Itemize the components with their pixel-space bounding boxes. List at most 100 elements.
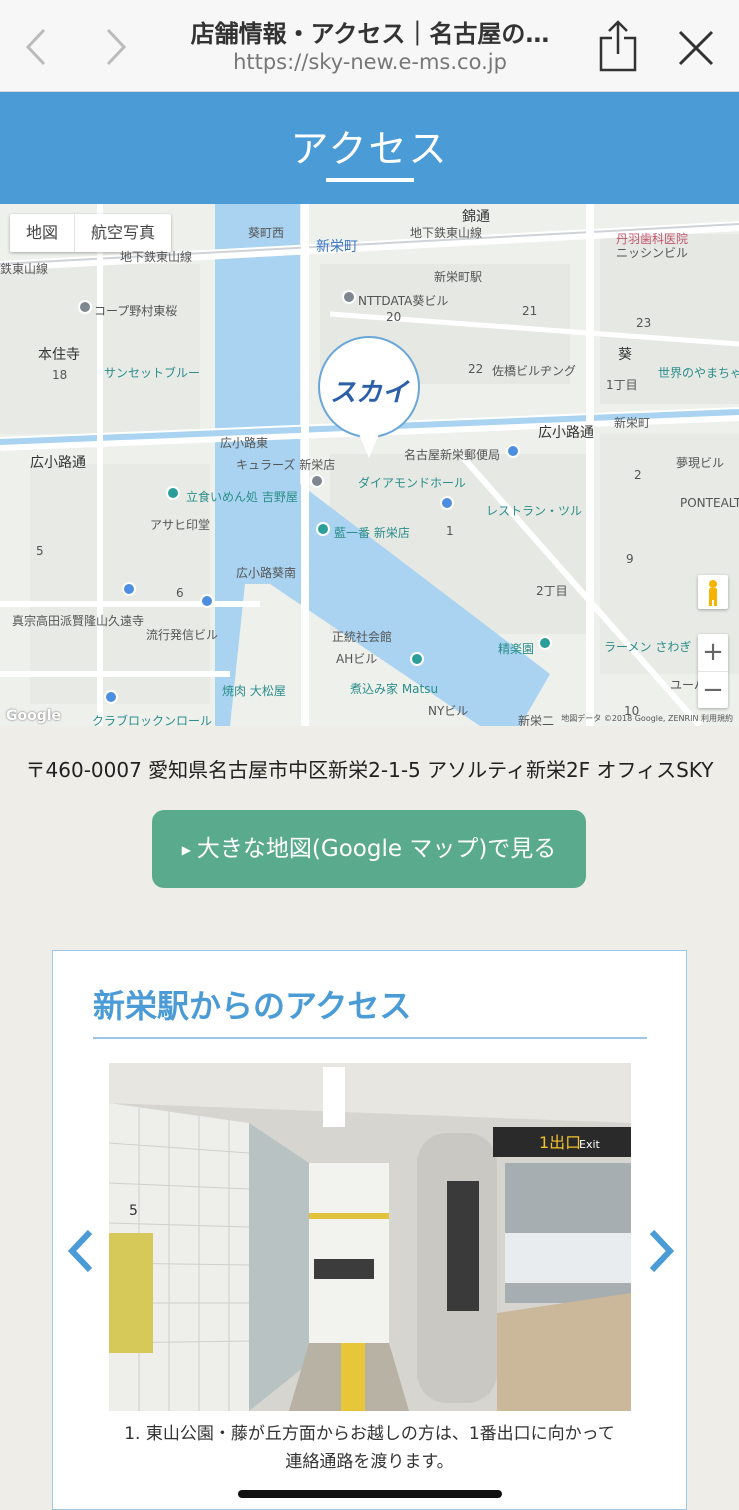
map-label: 5	[36, 544, 44, 558]
poi-icon[interactable]	[506, 444, 520, 458]
poi-icon[interactable]	[78, 300, 92, 314]
map-label: ニッシンビル	[616, 246, 689, 260]
map-label: 広小路葵南	[236, 566, 297, 580]
url-bar[interactable]: https://sky-new.e-ms.co.jp	[150, 50, 590, 74]
map-label: 2丁目	[536, 584, 568, 598]
map-type-map[interactable]: 地図	[10, 214, 74, 252]
map-label: 真宗高田派賢隆山久遠寺	[12, 614, 145, 628]
poi-icon[interactable]	[104, 690, 118, 704]
forward-icon[interactable]	[96, 22, 136, 72]
map-label: 広小路通	[30, 455, 86, 471]
open-google-maps-button[interactable]: ▶ 大きな地図(Google マップ)で見る	[152, 810, 586, 888]
map-label: 藍一番 新栄店	[334, 526, 410, 540]
station-photo-illustration: 1出口 Exit 5	[109, 1063, 631, 1411]
zoom-in-button[interactable]: +	[698, 634, 728, 671]
map-label: 広小路東	[220, 436, 269, 450]
close-icon[interactable]	[672, 24, 720, 72]
map-label: 20	[386, 310, 402, 324]
map-label: 2	[634, 468, 642, 482]
home-indicator[interactable]	[238, 1490, 502, 1498]
station-photo[interactable]: 1出口 Exit 5	[109, 1063, 631, 1411]
map-label: 18	[52, 368, 68, 382]
map-label: 21	[522, 304, 538, 318]
map-label: 23	[636, 316, 652, 330]
map-label: 本住寺	[38, 347, 80, 363]
photo-caption: 1. 東山公園・藤が丘方面からお越しの方は、1番出口に向かって 連絡通路を渡りま…	[52, 1420, 687, 1476]
poi-icon[interactable]	[166, 486, 180, 500]
section-header: アクセス	[0, 92, 739, 204]
pillar-number: 5	[129, 1203, 138, 1219]
map-label: 煮込み家 Matsu	[350, 682, 439, 696]
map-label: PONTEALTO東	[680, 496, 739, 510]
map-label: 新栄二	[518, 714, 555, 726]
map-label: クラブロックンロール	[92, 714, 213, 726]
google-map[interactable]: 地図 航空写真 錦通 葵町西 新栄町 地下鉄東山線 地下鉄東山線 新栄町駅 丹羽…	[0, 204, 739, 726]
browser-toolbar: 店舗情報・アクセス｜名古屋の… https://sky-new.e-ms.co.…	[0, 0, 739, 92]
map-label: 立食いめん処 吉野屋	[186, 490, 298, 504]
map-label: 佐橋ビルヂング	[492, 364, 577, 378]
map-attribution[interactable]: 地図データ ©2018 Google, ZENRIN 利用規約	[561, 713, 733, 724]
map-type-satellite[interactable]: 航空写真	[74, 214, 171, 252]
map-label: NYビル	[428, 704, 469, 718]
store-marker[interactable]: スカイ	[318, 336, 420, 438]
marker-tail	[359, 434, 379, 458]
poi-icon[interactable]	[310, 474, 324, 488]
map-label: 1丁目	[606, 378, 638, 392]
carousel-prev-icon[interactable]	[62, 1226, 102, 1276]
poi-icon[interactable]	[342, 290, 356, 304]
page-title: 店舗情報・アクセス｜名古屋の…	[190, 20, 550, 48]
access-title: 新栄駅からのアクセス	[93, 987, 412, 1025]
map-label: サンセットブルー	[104, 366, 201, 380]
map-type-toggle[interactable]: 地図 航空写真	[10, 214, 172, 252]
map-label: 精楽園	[498, 642, 535, 656]
map-label: 夢現ビル	[676, 456, 725, 470]
section-title: アクセス	[290, 127, 449, 171]
map-label: AHビル	[336, 652, 378, 666]
map-label: 鉄東山線	[0, 262, 49, 276]
poi-icon[interactable]	[440, 496, 454, 510]
poi-icon[interactable]	[410, 652, 424, 666]
map-label: 名古屋新栄郵便局	[404, 448, 501, 462]
map-label: 葵	[618, 347, 632, 363]
map-label: 流行発信ビル	[146, 628, 219, 642]
poi-icon[interactable]	[316, 522, 330, 536]
map-label: 焼肉 大松屋	[222, 684, 286, 698]
back-icon[interactable]	[16, 22, 56, 72]
exit-sign-text: 1出口	[539, 1133, 581, 1152]
map-label: 新栄町	[316, 239, 358, 255]
zoom-controls[interactable]: + −	[698, 634, 728, 708]
store-address: 〒460-0007 愛知県名古屋市中区新栄2-1-5 アソルティ新栄2F オフィ…	[25, 758, 714, 782]
map-label: 地下鉄東山線	[410, 226, 483, 240]
poi-icon[interactable]	[122, 582, 136, 596]
map-label: 錦通	[462, 209, 490, 225]
caption-line-2: 連絡通路を渡ります。	[285, 1452, 454, 1472]
triangle-icon: ▶	[181, 842, 191, 857]
map-label: コープ野村東桜	[94, 304, 178, 318]
google-logo[interactable]: Google	[6, 708, 61, 724]
street-view-pegman-icon[interactable]	[698, 575, 728, 609]
map-label: 正統社会館	[332, 630, 393, 644]
map-label: 地下鉄東山線	[120, 250, 193, 264]
map-label: 葵町西	[248, 226, 285, 240]
map-label: アサヒ印堂	[150, 518, 211, 532]
map-label: 新栄町駅	[434, 270, 483, 284]
map-label: 1	[446, 524, 454, 538]
poi-icon[interactable]	[538, 636, 552, 650]
map-label: 広小路通	[538, 425, 594, 441]
map-label: 世界のやまちゃん	[658, 366, 739, 380]
title-underline	[326, 178, 414, 182]
zoom-out-button[interactable]: −	[698, 671, 728, 708]
carousel-next-icon[interactable]	[640, 1226, 680, 1276]
map-label: ラーメン さわぎ	[604, 640, 692, 654]
map-label: NTTDATA葵ビル	[358, 294, 449, 308]
map-label: レストラン・ツル	[486, 504, 583, 518]
map-label: 22	[468, 362, 484, 376]
map-label: 新栄町	[614, 416, 651, 430]
store-logo: スカイ	[329, 378, 408, 408]
poi-icon[interactable]	[200, 594, 214, 608]
map-label: ダイアモンドホール	[358, 476, 467, 490]
share-icon[interactable]	[592, 18, 644, 74]
open-google-maps-label: 大きな地図(Google マップ)で見る	[196, 836, 557, 862]
map-label: 9	[626, 552, 634, 566]
map-label: キュラーズ 新栄店	[236, 458, 336, 472]
